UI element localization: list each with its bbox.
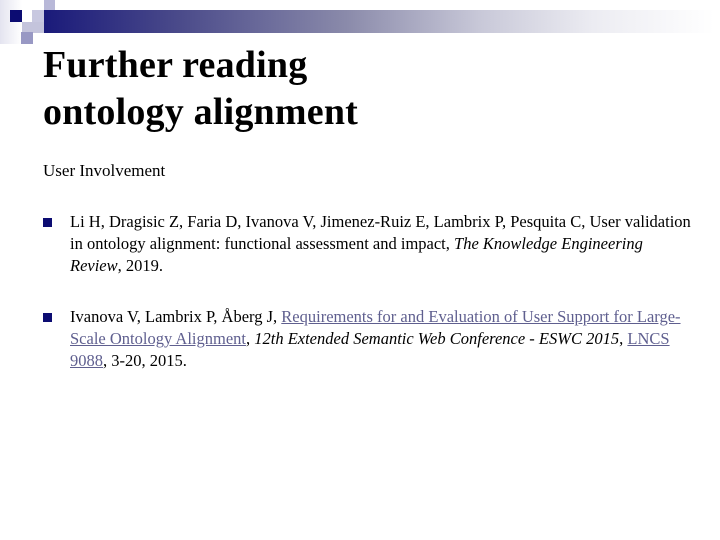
separator: , bbox=[245, 329, 255, 348]
deco-square bbox=[0, 0, 22, 44]
slide-title: Further reading ontology alignment bbox=[43, 42, 358, 136]
title-line-2: ontology alignment bbox=[43, 91, 359, 133]
header-gradient-bar bbox=[44, 10, 714, 33]
title-line-1: Further reading bbox=[43, 44, 308, 86]
square-bullet-icon bbox=[43, 218, 52, 227]
reference-authors: Ivanova V, Lambrix P, Åberg J, bbox=[70, 307, 282, 326]
deco-square bbox=[32, 10, 44, 22]
reference-venue: 12th Extended Semantic Web Conference - … bbox=[254, 329, 620, 348]
reference-text: Li H, Dragisic Z, Faria D, Ivanova V, Ji… bbox=[70, 211, 695, 277]
deco-square bbox=[21, 32, 33, 44]
reference-tail: , 3-20, 2015. bbox=[103, 351, 187, 370]
deco-square bbox=[10, 10, 22, 22]
section-subtitle: User Involvement bbox=[43, 161, 166, 180]
reference-text: Ivanova V, Lambrix P, Åberg J, Requireme… bbox=[70, 306, 695, 372]
square-bullet-icon bbox=[43, 313, 52, 322]
reference-tail: , 2019. bbox=[117, 256, 164, 275]
